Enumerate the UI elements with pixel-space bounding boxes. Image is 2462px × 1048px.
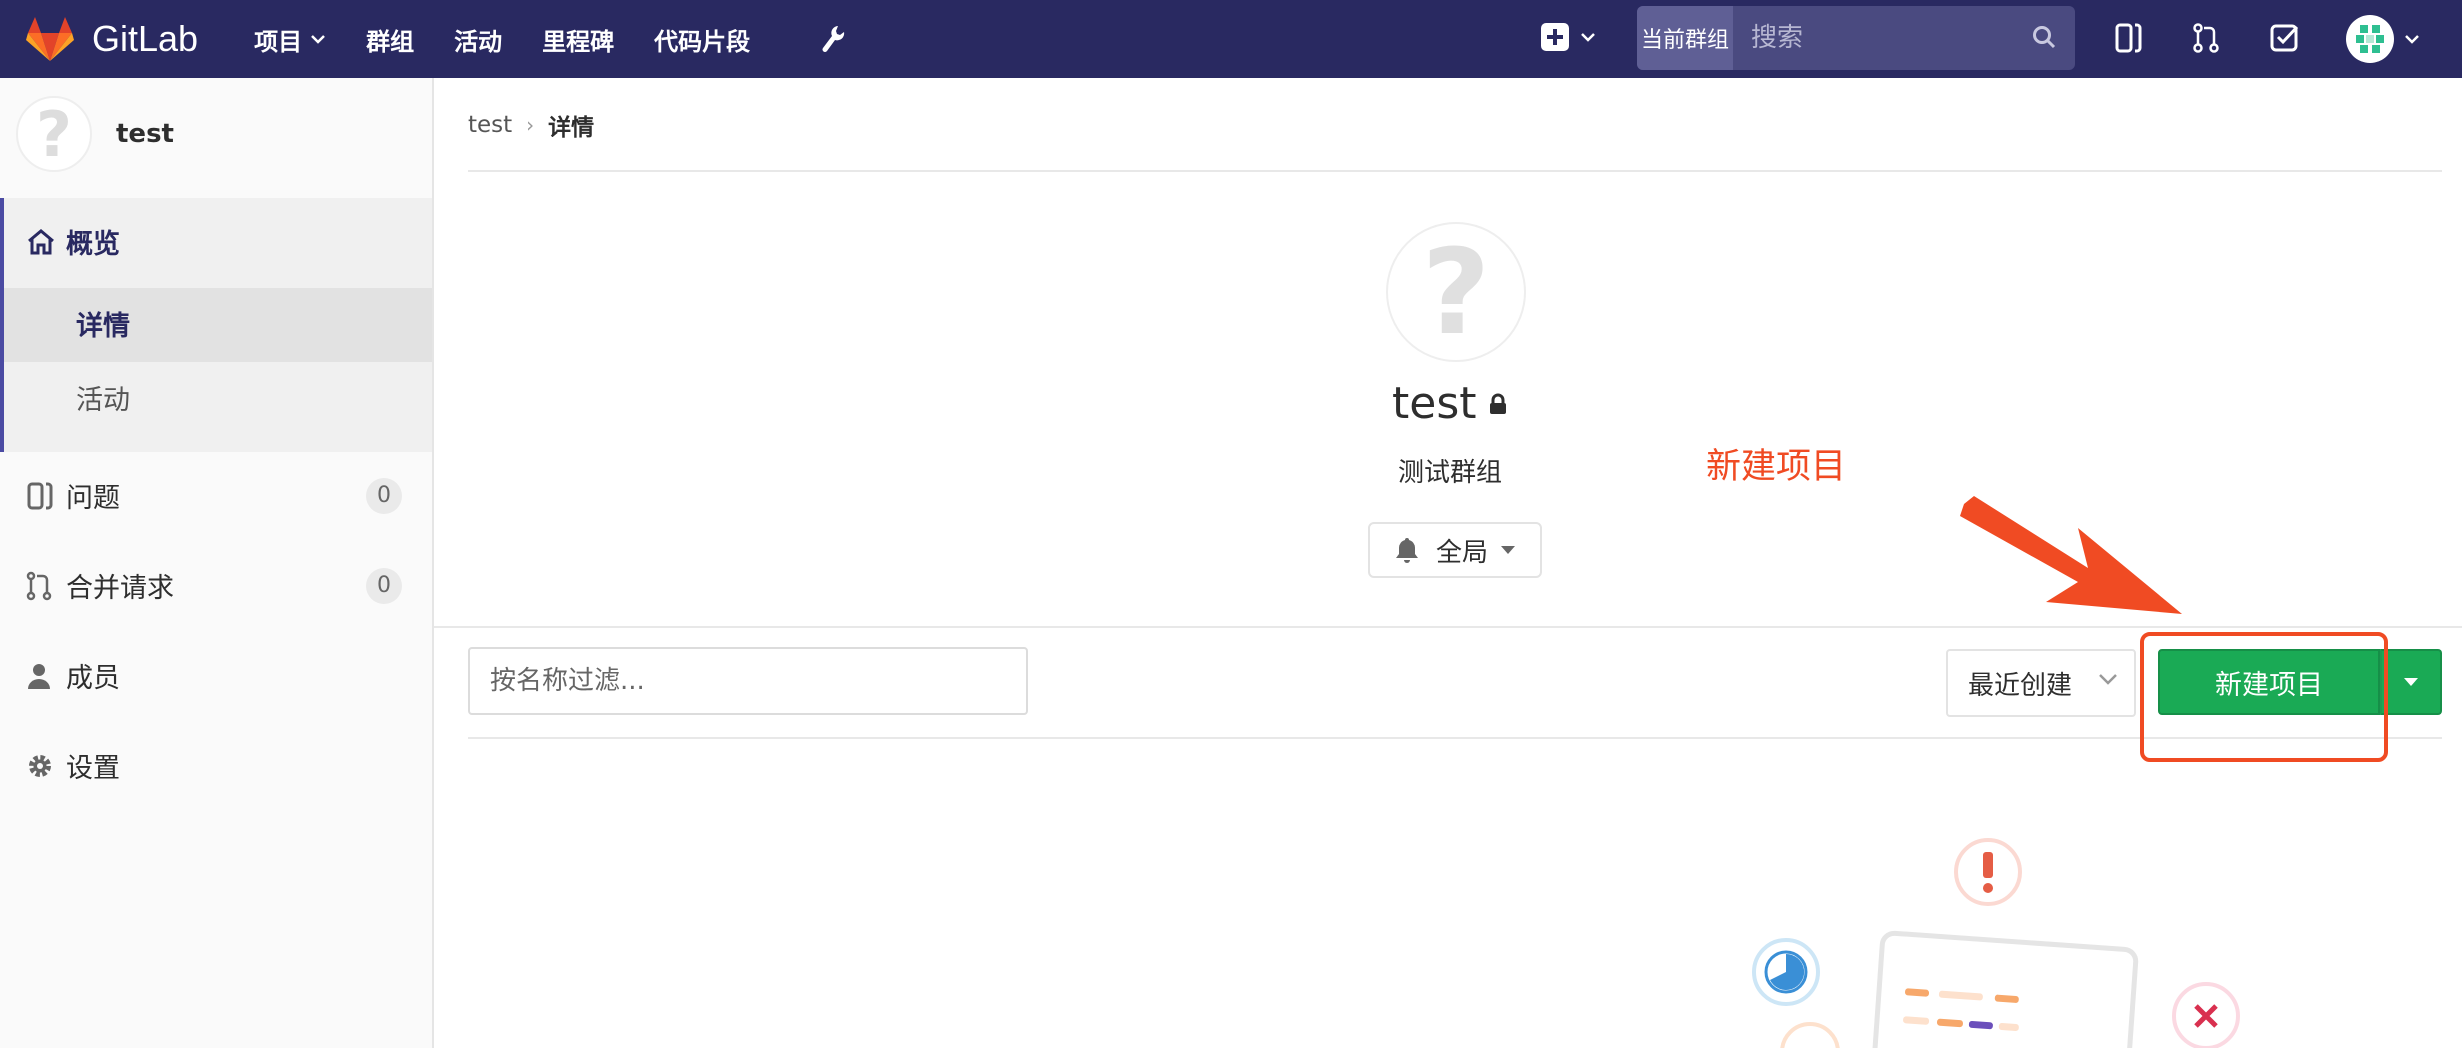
- admin-area[interactable]: [820, 24, 846, 54]
- sidebar-item-issues-label: 问题: [66, 483, 120, 514]
- sidebar-item-members[interactable]: 成员: [26, 656, 120, 695]
- search-scope-chip[interactable]: 当前群组: [1637, 6, 1733, 70]
- brand[interactable]: GitLab: [26, 17, 198, 61]
- notification-dropdown[interactable]: 全局: [1368, 522, 1542, 578]
- sidebar-item-overview[interactable]: 概览: [26, 222, 120, 261]
- sidebar-item-merge-requests[interactable]: 合并请求 0: [26, 566, 432, 605]
- group-description: 测试群组: [1398, 458, 1503, 488]
- bell-icon: [1395, 538, 1418, 563]
- plus-square-icon: [1541, 23, 1569, 51]
- chevron-down-icon: [2099, 674, 2117, 685]
- divider: [434, 626, 2462, 628]
- nav-snippets-label: 代码片段: [654, 27, 751, 56]
- issues-icon: [27, 482, 53, 509]
- sidebar-item-details[interactable]: 详情: [76, 304, 130, 343]
- chevron-down-icon: [2405, 35, 2419, 44]
- sidebar-item-settings[interactable]: 设置: [26, 746, 120, 785]
- merge-request-icon: [26, 571, 52, 600]
- chevron-down-icon: [1581, 33, 1595, 42]
- gear-icon: [29, 754, 51, 777]
- issues-count-badge: 0: [366, 477, 402, 514]
- nav-activity[interactable]: 活动: [454, 22, 502, 57]
- issues-button[interactable]: [2114, 22, 2144, 58]
- lock-icon: [1489, 393, 1506, 414]
- user-menu[interactable]: [2346, 15, 2420, 63]
- empty-state-illustration: [1752, 838, 2240, 1048]
- annotation-highlight-box: [2140, 632, 2388, 762]
- new-project-dropdown-toggle[interactable]: [2380, 649, 2442, 715]
- sidebar-item-activity[interactable]: 活动: [76, 378, 130, 417]
- wrench-icon: [822, 26, 845, 52]
- sidebar-item-settings-label: 设置: [66, 753, 120, 784]
- sidebar-item-issues[interactable]: 问题 0: [26, 476, 432, 515]
- sidebar-item-overview-label: 概览: [66, 229, 120, 260]
- search-icon: [2033, 26, 2056, 49]
- gitlab-logo-icon: [26, 17, 74, 61]
- sidebar-group-name: test: [116, 119, 174, 149]
- group-title-text: test: [1392, 378, 1477, 429]
- filter-by-name-input[interactable]: [468, 647, 1028, 715]
- issues-icon: [2115, 23, 2142, 53]
- nav-snippets[interactable]: 代码片段: [654, 22, 750, 57]
- sidebar-item-merge-requests-label: 合并请求: [66, 573, 174, 604]
- group-hero-avatar: ?: [1386, 222, 1526, 362]
- breadcrumb-separator-icon: ›: [526, 113, 535, 137]
- new-dropdown[interactable]: [1540, 22, 1596, 52]
- top-navbar: GitLab 项目 群组 活动 里程碑 代码片段 当前群组: [0, 0, 2462, 78]
- sidebar-item-members-label: 成员: [66, 663, 120, 694]
- nav-projects-label: 项目: [254, 27, 303, 56]
- sort-dropdown[interactable]: 最近创建: [1946, 649, 2136, 717]
- group-title: test: [1392, 378, 1507, 429]
- merge-request-icon: [2193, 23, 2219, 53]
- sidebar: ? test 概览 详情 活动 问题 0 合并请求 0 成员 设置: [0, 78, 434, 1048]
- notification-level-label: 全局: [1435, 537, 1488, 568]
- caret-down-icon: [2404, 678, 2418, 686]
- todo-check-icon: [2270, 24, 2299, 52]
- sidebar-active-highlight: [4, 288, 432, 362]
- caret-down-icon: [1501, 546, 1515, 554]
- sort-dropdown-label: 最近创建: [1968, 670, 2073, 701]
- annotation-label: 新建项目: [1706, 447, 1847, 487]
- merge-requests-button[interactable]: [2192, 22, 2220, 58]
- sidebar-item-activity-label: 活动: [76, 385, 130, 416]
- nav-milestones-label: 里程碑: [542, 27, 615, 56]
- search-box: 当前群组: [1637, 6, 2075, 70]
- divider: [468, 170, 2442, 172]
- sidebar-group-header[interactable]: ? test: [16, 96, 174, 172]
- user-icon: [28, 663, 50, 689]
- user-avatar: [2346, 15, 2394, 63]
- nav-projects[interactable]: 项目: [254, 22, 326, 57]
- merge-requests-count-badge: 0: [366, 567, 402, 604]
- sidebar-item-details-label: 详情: [76, 311, 130, 342]
- brand-name: GitLab: [92, 18, 199, 59]
- breadcrumb: test › 详情: [468, 108, 594, 142]
- group-avatar: ?: [16, 96, 92, 172]
- nav-activity-label: 活动: [454, 27, 503, 56]
- chevron-down-icon: [311, 35, 325, 44]
- todos-button[interactable]: [2270, 22, 2300, 56]
- annotation-arrow-icon: [1960, 496, 2182, 614]
- nav-milestones[interactable]: 里程碑: [542, 22, 614, 57]
- search-input[interactable]: [1733, 6, 2075, 70]
- nav-groups-label: 群组: [366, 27, 415, 56]
- home-icon: [28, 228, 54, 254]
- breadcrumb-parent[interactable]: test: [468, 112, 512, 138]
- nav-groups[interactable]: 群组: [366, 22, 414, 57]
- breadcrumb-current[interactable]: 详情: [548, 108, 594, 142]
